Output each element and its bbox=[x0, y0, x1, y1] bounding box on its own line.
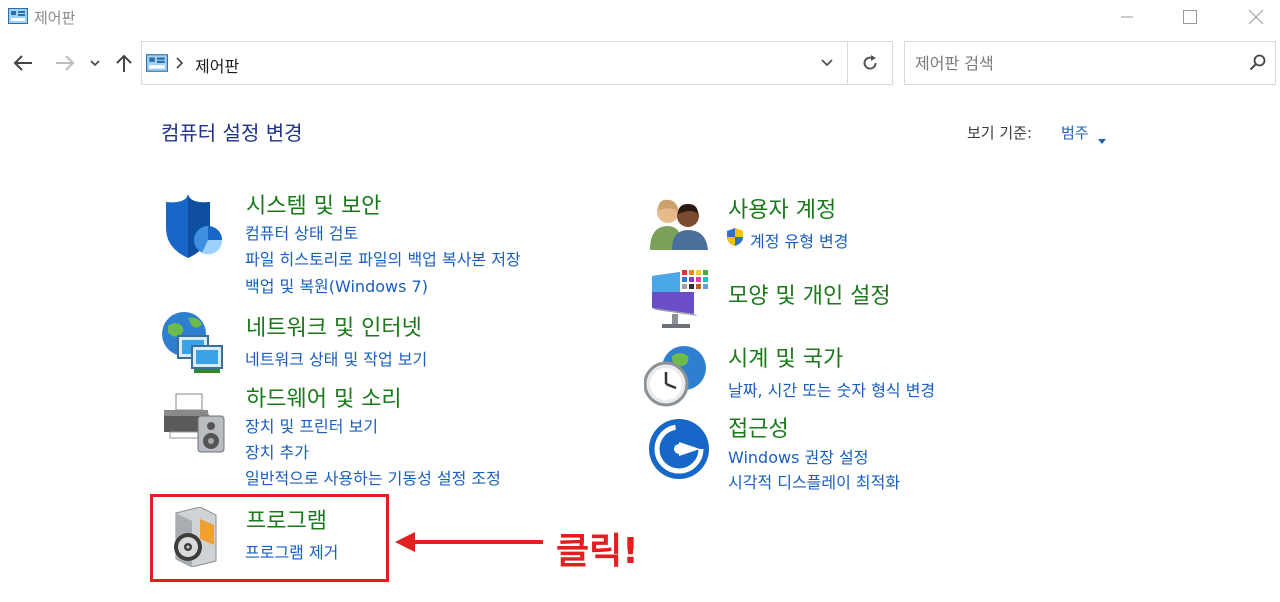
link-windows-recommended-settings[interactable]: Windows 권장 설정 bbox=[728, 444, 868, 468]
address-bar[interactable]: 제어판 bbox=[141, 41, 893, 85]
highlight-box bbox=[150, 494, 389, 582]
chevron-down-icon bbox=[821, 59, 833, 67]
link-date-time-format[interactable]: 날짜, 시간 또는 숫자 형식 변경 bbox=[728, 377, 935, 401]
category-title-hardware-sound[interactable]: 하드웨어 및 소리 bbox=[246, 381, 402, 413]
link-optimize-visual-display[interactable]: 시각적 디스플레이 최적화 bbox=[728, 469, 900, 493]
title-bar: 제어판 bbox=[0, 0, 1280, 34]
chevron-down-icon bbox=[90, 60, 100, 67]
uac-shield-icon bbox=[725, 227, 745, 251]
minimize-button[interactable] bbox=[1104, 0, 1150, 34]
clock-region-icon[interactable] bbox=[643, 344, 710, 414]
category-title-user-accounts[interactable]: 사용자 계정 bbox=[728, 192, 836, 224]
search-input[interactable] bbox=[915, 51, 1235, 75]
search-icon[interactable] bbox=[1249, 54, 1267, 76]
back-button[interactable] bbox=[10, 50, 36, 76]
caret-down-icon[interactable] bbox=[1098, 129, 1106, 148]
red-arrow-icon bbox=[395, 530, 545, 558]
ease-of-access-icon[interactable] bbox=[648, 418, 710, 484]
network-globe-icon[interactable] bbox=[160, 310, 226, 380]
view-by-label: 보기 기준: bbox=[967, 124, 1033, 142]
appearance-monitor-icon[interactable] bbox=[650, 268, 712, 334]
window-title: 제어판 bbox=[34, 9, 76, 27]
category-title-ease-of-access[interactable]: 접근성 bbox=[728, 411, 789, 443]
maximize-button[interactable] bbox=[1167, 0, 1213, 34]
refresh-button[interactable] bbox=[848, 42, 892, 84]
link-mobility-settings[interactable]: 일반적으로 사용하는 기동성 설정 조정 bbox=[245, 465, 501, 489]
forward-arrow-icon bbox=[56, 55, 75, 71]
annotation-click-label: 클릭! bbox=[556, 531, 639, 572]
breadcrumb-chevron-icon[interactable] bbox=[174, 54, 184, 76]
view-by-dropdown[interactable]: 범주 bbox=[1061, 122, 1089, 143]
minimize-icon bbox=[1121, 16, 1133, 18]
search-box[interactable] bbox=[904, 41, 1276, 85]
recent-locations-button[interactable] bbox=[84, 50, 106, 76]
forward-button[interactable] bbox=[52, 50, 78, 76]
link-change-account-type[interactable]: 계정 유형 변경 bbox=[750, 228, 849, 252]
page-title: 컴퓨터 설정 변경 bbox=[161, 121, 303, 145]
address-history-dropdown[interactable] bbox=[808, 42, 846, 84]
category-title-appearance-personalization[interactable]: 모양 및 개인 설정 bbox=[728, 278, 891, 310]
user-accounts-icon[interactable] bbox=[648, 196, 710, 254]
maximize-icon bbox=[1183, 10, 1197, 24]
back-arrow-icon bbox=[13, 55, 32, 71]
breadcrumb-control-panel[interactable]: 제어판 bbox=[195, 53, 239, 77]
category-title-system-security[interactable]: 시스템 및 보안 bbox=[246, 188, 381, 220]
control-panel-icon bbox=[8, 8, 28, 24]
system-security-shield-icon[interactable] bbox=[162, 194, 226, 264]
category-title-clock-region[interactable]: 시계 및 국가 bbox=[728, 341, 843, 373]
refresh-icon bbox=[863, 55, 877, 70]
link-file-history[interactable]: 파일 히스토리로 파일의 백업 복사본 저장 bbox=[245, 246, 521, 270]
printer-speaker-icon[interactable] bbox=[162, 392, 228, 458]
link-add-device[interactable]: 장치 추가 bbox=[245, 439, 309, 463]
up-arrow-icon bbox=[116, 54, 132, 72]
control-panel-icon bbox=[146, 54, 168, 76]
link-backup-restore[interactable]: 백업 및 복원(Windows 7) bbox=[245, 273, 428, 297]
category-title-network-internet[interactable]: 네트워크 및 인터넷 bbox=[246, 310, 422, 342]
link-review-computer-status[interactable]: 컴퓨터 상태 검토 bbox=[245, 220, 358, 244]
link-devices-printers[interactable]: 장치 및 프린터 보기 bbox=[245, 413, 378, 437]
close-icon bbox=[1249, 10, 1263, 24]
link-network-status[interactable]: 네트워크 상태 및 작업 보기 bbox=[245, 346, 427, 370]
up-button[interactable] bbox=[111, 50, 137, 76]
close-button[interactable] bbox=[1233, 0, 1279, 34]
